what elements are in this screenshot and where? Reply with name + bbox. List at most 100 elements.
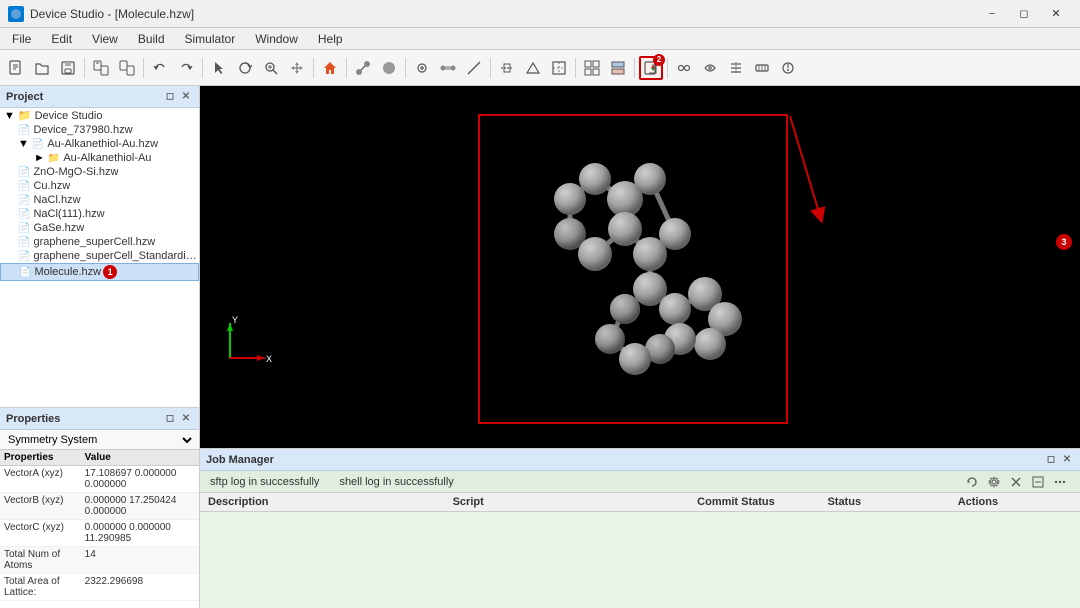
menu-file[interactable]: File: [4, 30, 39, 48]
tool-btn-5[interactable]: [776, 56, 800, 80]
jm-clear-button[interactable]: [1006, 472, 1026, 492]
tree-item-file5[interactable]: 📄 NaCl(111).hzw: [0, 207, 199, 221]
tree-item-label: NaCl.hzw: [33, 194, 80, 206]
props-restore-icon[interactable]: ◻: [163, 412, 177, 426]
file-icon: 📄: [18, 209, 30, 220]
close-button[interactable]: ✕: [1040, 0, 1072, 28]
project-label: Project: [6, 91, 43, 103]
tree-item-file7[interactable]: 📄 graphene_superCell.hzw: [0, 235, 199, 249]
tree-item-folder1[interactable]: ▼ 📄 Au-Alkanethiol-Au.hzw: [0, 137, 199, 151]
symmetry-dropdown[interactable]: Symmetry System: [4, 433, 195, 447]
bond-button[interactable]: [436, 56, 460, 80]
jm-restore-icon[interactable]: ◻: [1044, 453, 1058, 467]
props-row: Total Num ofAtoms 14: [0, 547, 199, 574]
home-button[interactable]: [318, 56, 342, 80]
properties-label: Properties: [6, 413, 60, 425]
interface-button[interactable]: [606, 56, 630, 80]
cut-button[interactable]: [495, 56, 519, 80]
menu-build[interactable]: Build: [130, 30, 173, 48]
jm-expand-button[interactable]: [1028, 472, 1048, 492]
menu-edit[interactable]: Edit: [43, 30, 80, 48]
import-button[interactable]: [89, 56, 113, 80]
window-controls: − ◻ ✕: [976, 0, 1072, 28]
tree-item-file1[interactable]: 📄 Device_737980.hzw: [0, 123, 199, 137]
save-button[interactable]: [56, 56, 80, 80]
props-close-icon[interactable]: ✕: [179, 412, 193, 426]
jm-table-header: Description Script Commit Status Status …: [200, 493, 1080, 512]
tree-item-file4[interactable]: 📄 NaCl.hzw: [0, 193, 199, 207]
add-atom-button[interactable]: [410, 56, 434, 80]
sep8: [575, 58, 576, 78]
tree-item-file6[interactable]: 📄 GaSe.hzw: [0, 221, 199, 235]
badge-1: 1: [103, 265, 117, 279]
select-button[interactable]: [207, 56, 231, 80]
prop-name: VectorA (xyz): [0, 466, 81, 493]
tool-btn-1[interactable]: [672, 56, 696, 80]
props-row: VectorC (xyz) 0.000000 0.00000011.290985: [0, 520, 199, 547]
new-button[interactable]: [4, 56, 28, 80]
measure-button[interactable]: [462, 56, 486, 80]
open-button[interactable]: [30, 56, 54, 80]
file-icon: 📄: [18, 237, 30, 248]
tool-btn-3[interactable]: [724, 56, 748, 80]
menu-window[interactable]: Window: [247, 30, 306, 48]
cell-button[interactable]: [547, 56, 571, 80]
left-panel: Project ◻ ✕ ▼ 📁 Device Studio 📄 Device_7…: [0, 86, 200, 608]
tree-item-label: graphene_superCell_StandardizeC...: [33, 250, 197, 262]
viewport[interactable]: 3: [200, 86, 1080, 448]
spacefill-button[interactable]: [377, 56, 401, 80]
menu-view[interactable]: View: [84, 30, 126, 48]
tree-item-root[interactable]: ▼ 📁 Device Studio: [0, 108, 199, 123]
tree-item-file8[interactable]: 📄 graphene_superCell_StandardizeC...: [0, 249, 199, 263]
export-button[interactable]: [115, 56, 139, 80]
supercell-button[interactable]: [580, 56, 604, 80]
tool-btn-2[interactable]: [698, 56, 722, 80]
jm-close-icon[interactable]: ✕: [1060, 453, 1074, 467]
col-actions: Actions: [950, 493, 1080, 511]
minimize-button[interactable]: −: [976, 0, 1008, 28]
badge-3: 3: [1056, 234, 1072, 250]
menu-help[interactable]: Help: [310, 30, 351, 48]
tree-item-file3[interactable]: 📄 Cu.hzw: [0, 179, 199, 193]
y-axis-label: Y: [232, 315, 238, 325]
prop-value: 14: [81, 547, 199, 574]
menu-simulator[interactable]: Simulator: [177, 30, 244, 48]
rotate-button[interactable]: [233, 56, 257, 80]
window-title: Device Studio - [Molecule.hzw]: [30, 7, 194, 21]
export-structure-button[interactable]: 2: [639, 56, 663, 80]
folder-icon: 📁: [48, 153, 60, 164]
sep3: [202, 58, 203, 78]
zoom-button[interactable]: [259, 56, 283, 80]
tree-item-subfolder1[interactable]: ► 📁 Au-Alkanethiol-Au: [0, 151, 199, 165]
tree-item-file2[interactable]: 📄 ZnO-MgO-Si.hzw: [0, 165, 199, 179]
slice-button[interactable]: [521, 56, 545, 80]
col-status: Status: [819, 493, 949, 511]
pan-button[interactable]: [285, 56, 309, 80]
title-left: Device Studio - [Molecule.hzw]: [8, 6, 194, 22]
tool-btn-4[interactable]: [750, 56, 774, 80]
sep2: [143, 58, 144, 78]
tree-item-molecule[interactable]: 📄 Molecule.hzw 1: [0, 263, 199, 281]
project-close-icon[interactable]: ✕: [179, 90, 193, 104]
redo-button[interactable]: [174, 56, 198, 80]
ball-stick-button[interactable]: [351, 56, 375, 80]
tree-expand-icon: ►: [34, 152, 45, 164]
sftp-status: sftp log in successfully: [210, 476, 319, 488]
props-row: VectorA (xyz) 17.108697 0.0000000.000000: [0, 466, 199, 493]
properties-panel: Properties ◻ ✕ Symmetry System Propertie…: [0, 408, 199, 608]
props-dropdown[interactable]: Symmetry System: [0, 430, 199, 450]
restore-button[interactable]: ◻: [1008, 0, 1040, 28]
sep7: [490, 58, 491, 78]
jm-settings-button[interactable]: [984, 472, 1004, 492]
props-table: Properties Value VectorA (xyz) 17.108697…: [0, 450, 199, 601]
prop-value: 0.000000 17.2504240.000000: [81, 493, 199, 520]
app-icon: [8, 6, 24, 22]
project-restore-icon[interactable]: ◻: [163, 90, 177, 104]
undo-button[interactable]: [148, 56, 172, 80]
jm-refresh-button[interactable]: [962, 472, 982, 492]
file-icon: 📄: [18, 223, 30, 234]
shell-status: shell log in successfully: [339, 476, 453, 488]
jm-more-button[interactable]: [1050, 472, 1070, 492]
col-description: Description: [200, 493, 445, 511]
tree-item-label: ZnO-MgO-Si.hzw: [33, 166, 118, 178]
